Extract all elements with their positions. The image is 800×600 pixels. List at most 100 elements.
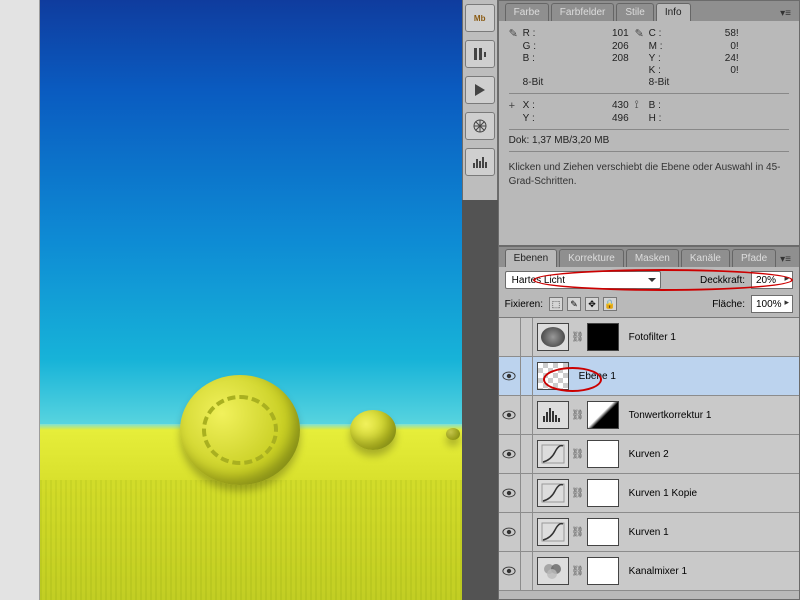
layers-tabs: Ebenen Korrekture Masken Kanäle Pfade ▾≡ — [499, 247, 799, 267]
tab-farbfelder[interactable]: Farbfelder — [551, 3, 615, 21]
layer-name[interactable]: Kurven 2 — [623, 449, 669, 460]
hay-bale — [180, 375, 300, 485]
info-g-value: 206 — [579, 41, 635, 52]
layer-row[interactable]: ⛓ Fotofilter 1 — [499, 318, 799, 357]
link-column — [521, 435, 533, 473]
actions-button[interactable] — [465, 76, 495, 104]
mask-thumb[interactable] — [587, 440, 619, 468]
hay-bale — [350, 410, 396, 450]
info-bitdepth: 8-Bit — [649, 77, 745, 88]
lock-position-icon[interactable]: ✥ — [585, 297, 599, 311]
navigator-button[interactable] — [465, 112, 495, 140]
info-k-value: 0! — [705, 65, 745, 76]
link-icon[interactable]: ⛓ — [573, 479, 583, 507]
curves-icon[interactable] — [537, 518, 569, 546]
fill-input[interactable]: 100% — [751, 295, 793, 313]
layer-name[interactable]: Kanalmixer 1 — [623, 566, 687, 577]
layer-list[interactable]: ⛓Fotofilter 1Ebene 1⛓Tonwertkorrektur 1⛓… — [499, 318, 799, 591]
info-tabs: Farbe Farbfelder Stile Info ▾≡ — [499, 1, 799, 21]
info-c-value: 58! — [705, 28, 745, 39]
info-x-value: 430 — [579, 100, 635, 111]
link-column — [521, 513, 533, 551]
tab-masken[interactable]: Masken — [626, 249, 679, 267]
layer-row[interactable]: ⛓ Tonwertkorrektur 1 — [499, 396, 799, 435]
tab-pfade[interactable]: Pfade — [732, 249, 776, 267]
link-icon[interactable]: ⛓ — [573, 440, 583, 468]
info-r-value: 101 — [579, 28, 635, 39]
layer-name[interactable]: Tonwertkorrektur 1 — [623, 410, 712, 421]
tab-korrekturen[interactable]: Korrekture — [559, 249, 624, 267]
hay-bale — [446, 428, 460, 440]
info-b-value: 208 — [579, 53, 635, 64]
lock-all-icon[interactable]: 🔒 — [603, 297, 617, 311]
link-column — [521, 474, 533, 512]
eyedropper-icon: ✎ — [635, 27, 649, 40]
tab-info[interactable]: Info — [656, 3, 691, 21]
minibridge-button[interactable]: Mb — [465, 4, 495, 32]
mask-thumb[interactable] — [587, 401, 619, 429]
visibility-toggle[interactable] — [499, 357, 521, 395]
lock-pixels-icon[interactable]: ✎ — [567, 297, 581, 311]
link-column — [521, 552, 533, 590]
layer-name[interactable]: Fotofilter 1 — [623, 332, 676, 343]
visibility-toggle[interactable] — [499, 396, 521, 434]
visibility-toggle[interactable] — [499, 318, 521, 356]
visibility-toggle[interactable] — [499, 513, 521, 551]
tab-kanaele[interactable]: Kanäle — [681, 249, 730, 267]
layer-thumb[interactable] — [537, 362, 569, 390]
layers-panel: Ebenen Korrekture Masken Kanäle Pfade ▾≡… — [498, 246, 800, 600]
levels-icon[interactable] — [537, 401, 569, 429]
histogram-button[interactable] — [465, 148, 495, 176]
layer-name[interactable]: Kurven 1 — [623, 527, 669, 538]
layer-row[interactable]: ⛓ Kurven 1 — [499, 513, 799, 552]
curves-icon[interactable] — [537, 479, 569, 507]
info-y-value: 24! — [705, 53, 745, 64]
info-docsize: Dok: 1,37 MB/3,20 MB — [509, 135, 789, 146]
opacity-input[interactable]: 20% — [751, 271, 793, 289]
curves-icon[interactable] — [537, 440, 569, 468]
vertical-toolstrip: Mb — [462, 0, 498, 200]
visibility-toggle[interactable] — [499, 552, 521, 590]
layer-row[interactable]: ⛓ Kurven 1 Kopie — [499, 474, 799, 513]
channel-mixer-icon[interactable] — [537, 557, 569, 585]
visibility-toggle[interactable] — [499, 474, 521, 512]
panel-menu-icon[interactable]: ▾≡ — [778, 252, 793, 267]
link-icon[interactable]: ⛓ — [573, 557, 583, 585]
link-icon[interactable]: ⛓ — [573, 323, 583, 351]
tab-stile[interactable]: Stile — [616, 3, 653, 21]
document-canvas[interactable] — [40, 0, 462, 600]
mask-thumb[interactable] — [587, 518, 619, 546]
blend-mode-select[interactable]: Hartes Licht — [505, 271, 661, 289]
link-column — [521, 357, 533, 395]
app-gutter — [0, 0, 40, 600]
opacity-label: Deckkraft: — [700, 275, 745, 286]
mask-thumb[interactable] — [587, 557, 619, 585]
info-bitdepth: 8-Bit — [523, 77, 635, 88]
layer-row[interactable]: ⛓ Kurven 2 — [499, 435, 799, 474]
link-column — [521, 396, 533, 434]
crosshair-icon: + — [509, 100, 523, 112]
mask-thumb[interactable] — [587, 323, 619, 351]
history-button[interactable] — [465, 40, 495, 68]
info-hint-text: Klicken und Ziehen verschiebt die Ebene … — [509, 157, 789, 188]
adjustment-icon[interactable] — [537, 323, 569, 351]
info-panel: Farbe Farbfelder Stile Info ▾≡ ✎R :101 ✎… — [498, 0, 800, 246]
eyedropper-icon: ✎ — [509, 27, 523, 40]
link-column — [521, 318, 533, 356]
dimensions-icon: ⟟ — [635, 99, 649, 112]
lock-transparency-icon[interactable]: ⬚ — [549, 297, 563, 311]
layer-name[interactable]: Ebene 1 — [573, 371, 616, 382]
lock-label: Fixieren: — [505, 299, 543, 310]
link-icon[interactable]: ⛓ — [573, 518, 583, 546]
info-m-value: 0! — [705, 41, 745, 52]
tab-ebenen[interactable]: Ebenen — [505, 249, 557, 267]
mask-thumb[interactable] — [587, 479, 619, 507]
tab-farbe[interactable]: Farbe — [505, 3, 549, 21]
visibility-toggle[interactable] — [499, 435, 521, 473]
layer-row[interactable]: ⛓ Kanalmixer 1 — [499, 552, 799, 591]
info-y-pos-value: 496 — [579, 113, 635, 124]
panel-menu-icon[interactable]: ▾≡ — [778, 6, 793, 21]
layer-name[interactable]: Kurven 1 Kopie — [623, 488, 697, 499]
layer-row[interactable]: Ebene 1 — [499, 357, 799, 396]
link-icon[interactable]: ⛓ — [573, 401, 583, 429]
